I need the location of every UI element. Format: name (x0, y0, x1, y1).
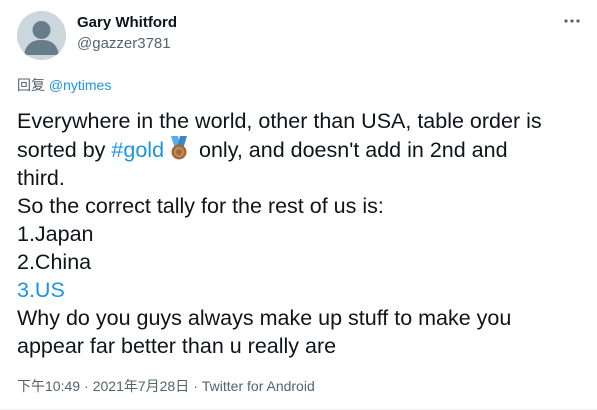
tweet-line-2: sorted by #gold only, and doesn't add in… (17, 135, 587, 164)
hashtag-gold-link[interactable]: #gold (111, 138, 164, 162)
tweet-line-7: 3.US (17, 278, 65, 302)
tweet-line-5: 1.Japan (17, 222, 94, 246)
tweet-text: Everywhere in the world, other than USA,… (17, 107, 587, 360)
tweet-line-6: 2.China (17, 250, 92, 274)
reply-prefix: 回复 (17, 77, 45, 93)
meta-separator: · (84, 378, 89, 394)
tweet-date-link[interactable]: 2021年7月28日 (93, 378, 190, 394)
default-avatar-icon (17, 11, 66, 60)
tweet-time-link[interactable]: 下午10:49 (17, 378, 80, 394)
more-options-icon[interactable] (563, 14, 581, 28)
tweet-line-4: So the correct tally for the rest of us … (17, 194, 384, 218)
tweet-line-1: Everywhere in the world, other than USA,… (17, 109, 542, 133)
tweet-source-link[interactable]: Twitter for Android (202, 378, 315, 394)
tweet: Gary Whitford @gazzer3781 回复 @nytimes Ev… (0, 0, 597, 410)
tweet-line-9: appear far better than u really are (17, 334, 337, 358)
tweet-line-2-start: sorted by (17, 138, 112, 162)
user-handle[interactable]: @gazzer3781 (77, 35, 171, 53)
reply-context: 回复 @nytimes (17, 76, 111, 94)
tweet-line-8: Why do you guys always make up stuff to … (17, 306, 512, 330)
display-name[interactable]: Gary Whitford (77, 14, 177, 32)
tweet-meta: 下午10:49 · 2021年7月28日 · Twitter for Android (17, 377, 315, 395)
medal-icon (171, 136, 188, 160)
reply-mention-link[interactable]: @nytimes (49, 77, 111, 93)
tweet-line-2-end: only, and doesn't add in 2nd and (193, 138, 508, 162)
avatar[interactable] (17, 11, 66, 60)
meta-separator: · (193, 378, 198, 394)
tweet-line-3: third. (17, 166, 65, 190)
